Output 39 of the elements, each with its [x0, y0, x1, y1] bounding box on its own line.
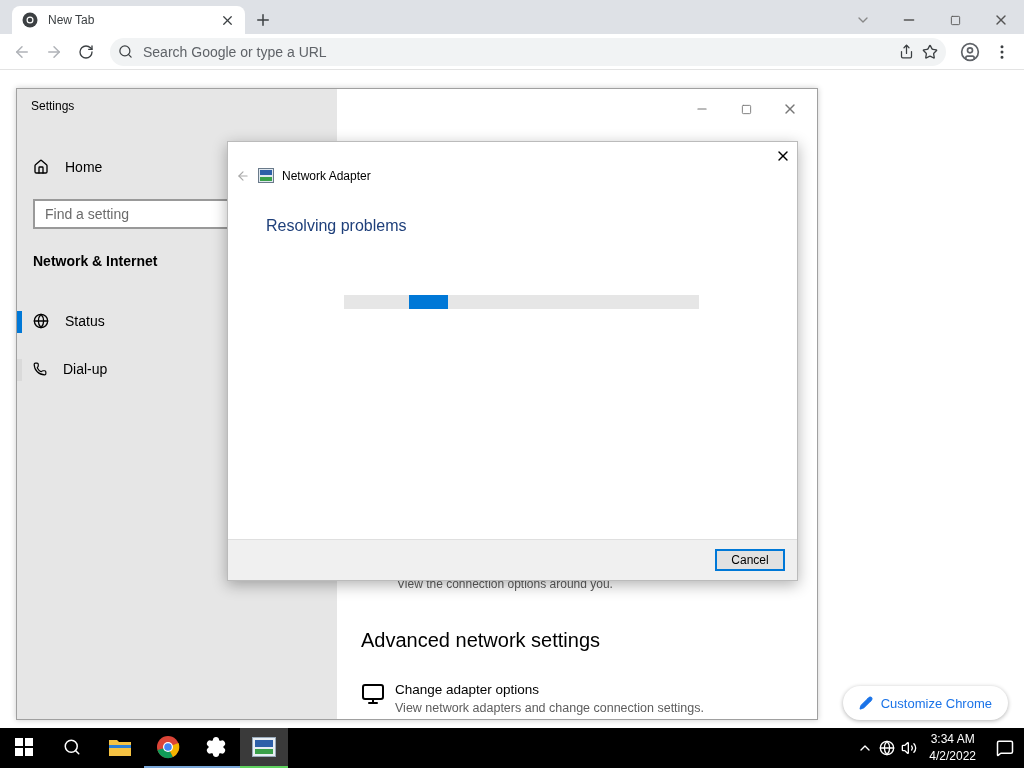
customize-chrome-button[interactable]: Customize Chrome	[842, 686, 1008, 720]
tab-title: New Tab	[48, 13, 96, 27]
pencil-icon	[858, 696, 873, 710]
search-icon	[118, 44, 133, 59]
bookmark-star-icon[interactable]	[922, 43, 938, 60]
maximize-icon[interactable]	[740, 103, 752, 115]
nav-item[interactable]: Status	[17, 299, 337, 343]
new-tab-icon[interactable]	[254, 11, 272, 29]
option-link[interactable]: Change adapter options	[395, 682, 704, 697]
dialog-title: Network Adapter	[282, 168, 371, 183]
computers-icon	[361, 682, 385, 706]
chrome-icon[interactable]	[156, 735, 180, 759]
globe-icon	[33, 313, 49, 329]
cancel-button[interactable]: Cancel	[715, 549, 785, 571]
network-icon[interactable]	[879, 740, 896, 756]
nav-item[interactable]: Dial-up	[17, 347, 337, 391]
address-input[interactable]: Search Google or type a URL	[141, 42, 891, 61]
section-title: Network & Internet	[33, 253, 159, 269]
settings-icon[interactable]	[205, 736, 227, 758]
search-icon[interactable]	[63, 738, 81, 756]
restore-icon[interactable]	[949, 14, 961, 26]
section-heading: Advanced network settings	[361, 629, 602, 652]
volume-icon[interactable]	[901, 740, 918, 756]
share-icon[interactable]	[899, 44, 914, 59]
notifications-icon[interactable]	[996, 739, 1014, 757]
folder-icon[interactable]	[109, 738, 131, 756]
home-icon	[33, 159, 49, 175]
chrome-logo-icon	[22, 12, 38, 28]
windows-logo-icon[interactable]	[15, 738, 33, 756]
profile-icon[interactable]	[960, 41, 980, 62]
network-adapter-icon	[258, 168, 274, 183]
window-title: Settings	[31, 99, 76, 113]
browser-tab[interactable]: New Tab	[12, 6, 245, 34]
address-bar[interactable]: Search Google or type a URL	[110, 37, 946, 66]
phone-icon	[33, 362, 47, 376]
clock[interactable]: 3:34 AM 4/2/2022	[929, 731, 976, 765]
option-description: View network adapters and change connection settings.	[395, 701, 704, 715]
reload-icon[interactable]	[78, 43, 94, 60]
network-adapter-icon[interactable]	[252, 737, 276, 757]
